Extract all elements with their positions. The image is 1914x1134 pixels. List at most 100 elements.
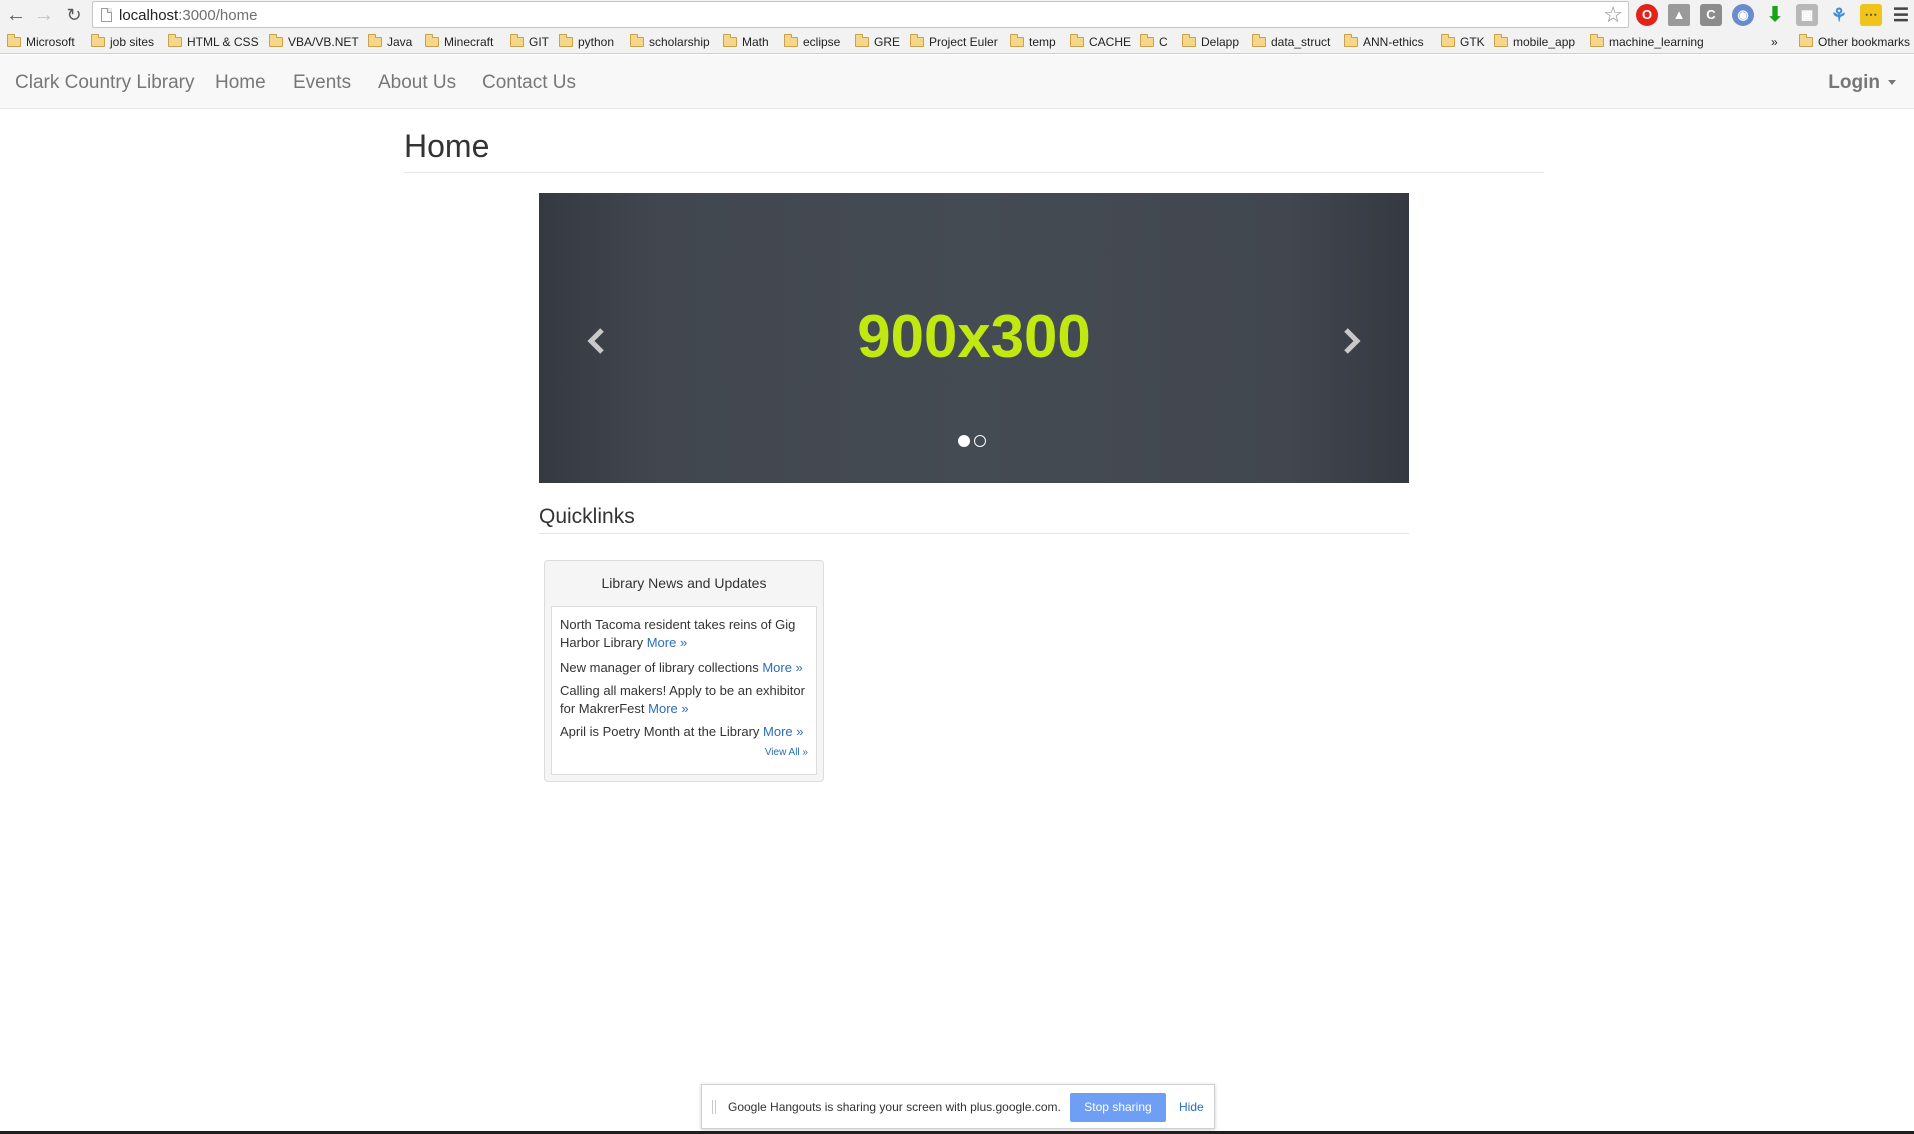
image-carousel: 900x300 bbox=[539, 193, 1409, 483]
divider bbox=[404, 172, 1544, 173]
folder-icon bbox=[510, 34, 524, 47]
nav-link-events[interactable]: Events bbox=[293, 72, 351, 94]
list-item: New manager of library collections More … bbox=[560, 659, 814, 677]
folder-icon bbox=[91, 34, 105, 47]
bookmark-item[interactable]: python bbox=[559, 34, 614, 50]
login-label: Login bbox=[1828, 72, 1880, 93]
bookmark-star-icon[interactable]: ☆ bbox=[1603, 3, 1623, 27]
bookmark-item[interactable]: job sites bbox=[91, 34, 154, 50]
more-link[interactable]: More » bbox=[647, 635, 687, 650]
site-navbar: Clark Country Library Home Events About … bbox=[0, 55, 1914, 109]
folder-icon bbox=[1590, 34, 1604, 47]
browser-toolbar: ← → ↻ localhost:3000/home ☆ O ▲ C ◉ ⬇ ▦ … bbox=[0, 0, 1914, 30]
folder-icon bbox=[1010, 34, 1024, 47]
folder-icon bbox=[784, 34, 798, 47]
navbar-brand[interactable]: Clark Country Library bbox=[15, 72, 195, 94]
folder-icon bbox=[910, 34, 924, 47]
bookmark-item[interactable]: mobile_app bbox=[1494, 34, 1575, 50]
bookmark-item[interactable]: Minecraft bbox=[425, 34, 493, 50]
opera-extension-icon[interactable]: O bbox=[1636, 4, 1658, 26]
page-title: Home bbox=[404, 128, 490, 164]
share-extension-icon[interactable]: ⚘ bbox=[1828, 4, 1850, 26]
download-extension-icon[interactable]: ⬇ bbox=[1764, 4, 1786, 26]
hide-link[interactable]: Hide bbox=[1179, 1100, 1204, 1114]
bookmark-item[interactable]: Project Euler bbox=[910, 34, 998, 50]
page-icon bbox=[101, 8, 112, 22]
folder-icon bbox=[1344, 34, 1358, 47]
bookmark-item[interactable]: Math bbox=[723, 34, 769, 50]
folder-icon bbox=[168, 34, 182, 47]
view-all-link[interactable]: View All » bbox=[765, 747, 808, 758]
folder-icon bbox=[1140, 34, 1154, 47]
address-bar[interactable]: localhost:3000/home ☆ bbox=[92, 1, 1629, 28]
menu-icon[interactable]: ☰ bbox=[1890, 4, 1912, 26]
stop-sharing-button[interactable]: Stop sharing bbox=[1070, 1093, 1166, 1122]
news-text: New manager of library collections bbox=[560, 660, 759, 675]
grid-extension-icon[interactable]: ▦ bbox=[1796, 4, 1818, 26]
screen-share-banner: Google Hangouts is sharing your screen w… bbox=[701, 1084, 1215, 1129]
url-host: localhost bbox=[119, 7, 179, 24]
login-dropdown[interactable]: Login bbox=[1828, 72, 1896, 94]
bookmark-item[interactable]: GRE bbox=[855, 34, 900, 50]
notes-extension-icon[interactable]: ⋯ bbox=[1860, 4, 1882, 26]
folder-icon bbox=[1252, 34, 1266, 47]
nav-link-about-us[interactable]: About Us bbox=[378, 72, 456, 94]
folder-icon bbox=[368, 34, 382, 47]
bookmark-item[interactable]: eclipse bbox=[784, 34, 840, 50]
carousel-prev-chevron-icon[interactable] bbox=[579, 323, 615, 359]
carousel-placeholder-text: 900x300 bbox=[857, 303, 1091, 370]
bookmark-item[interactable]: C bbox=[1140, 34, 1168, 50]
more-link[interactable]: More » bbox=[762, 660, 802, 675]
news-panel-title: Library News and Updates bbox=[601, 575, 767, 591]
folder-icon bbox=[7, 34, 21, 47]
list-item: Calling all makers! Apply to be an exhib… bbox=[560, 682, 814, 718]
divider bbox=[539, 533, 1409, 534]
bookmark-item[interactable]: Microsoft bbox=[7, 34, 75, 50]
folder-icon bbox=[1799, 34, 1813, 47]
drag-handle-icon[interactable] bbox=[712, 1100, 716, 1114]
list-item: North Tacoma resident takes reins of Gig… bbox=[560, 616, 814, 652]
nav-link-contact-us[interactable]: Contact Us bbox=[482, 72, 576, 94]
forward-arrow-icon[interactable]: → bbox=[32, 3, 56, 27]
bookmark-item[interactable]: GIT bbox=[510, 34, 549, 50]
caret-down-icon bbox=[1888, 80, 1896, 86]
bookmarks-overflow-chevron-icon[interactable]: » bbox=[1771, 34, 1778, 50]
reload-icon[interactable]: ↻ bbox=[62, 3, 86, 27]
folder-icon bbox=[425, 34, 439, 47]
more-link[interactable]: More » bbox=[763, 724, 803, 739]
bookmark-item[interactable]: GTK bbox=[1441, 34, 1485, 50]
folder-icon bbox=[559, 34, 573, 47]
news-panel: Library News and Updates North Tacoma re… bbox=[544, 560, 824, 782]
url-text: localhost:3000/home bbox=[119, 7, 257, 24]
more-link[interactable]: More » bbox=[648, 701, 688, 716]
c-extension-icon[interactable]: C bbox=[1700, 4, 1722, 26]
bookmark-item[interactable]: machine_learning bbox=[1590, 34, 1704, 50]
folder-icon bbox=[269, 34, 283, 47]
bookmark-item[interactable]: Delapp bbox=[1182, 34, 1239, 50]
carousel-indicator[interactable] bbox=[958, 435, 970, 447]
bookmark-item[interactable]: data_struct bbox=[1252, 34, 1330, 50]
bookmark-item[interactable]: temp bbox=[1010, 34, 1056, 50]
bookmark-item[interactable]: ANN-ethics bbox=[1344, 34, 1424, 50]
nav-link-home[interactable]: Home bbox=[215, 72, 266, 94]
news-panel-body: North Tacoma resident takes reins of Gig… bbox=[551, 606, 817, 775]
carousel-indicator[interactable] bbox=[974, 435, 986, 447]
owl-extension-icon[interactable]: ◉ bbox=[1732, 4, 1754, 26]
folder-icon bbox=[1070, 34, 1084, 47]
bookmark-item[interactable]: CACHE bbox=[1070, 34, 1131, 50]
bookmark-item[interactable]: Java bbox=[368, 34, 412, 50]
folder-icon bbox=[723, 34, 737, 47]
folder-icon bbox=[1441, 34, 1455, 47]
other-bookmarks[interactable]: Other bookmarks bbox=[1799, 34, 1910, 50]
folder-icon bbox=[855, 34, 869, 47]
bookmark-item[interactable]: VBA/VB.NET bbox=[269, 34, 359, 50]
bookmark-item[interactable]: HTML & CSS bbox=[168, 34, 259, 50]
share-message: Google Hangouts is sharing your screen w… bbox=[728, 1100, 1061, 1114]
back-arrow-icon[interactable]: ← bbox=[4, 3, 28, 27]
folder-icon bbox=[1494, 34, 1508, 47]
list-item: April is Poetry Month at the Library Mor… bbox=[560, 723, 814, 741]
bookmark-item[interactable]: scholarship bbox=[630, 34, 710, 50]
carousel-next-chevron-icon[interactable] bbox=[1333, 323, 1369, 359]
drive-extension-icon[interactable]: ▲ bbox=[1668, 4, 1690, 26]
folder-icon bbox=[1182, 34, 1196, 47]
